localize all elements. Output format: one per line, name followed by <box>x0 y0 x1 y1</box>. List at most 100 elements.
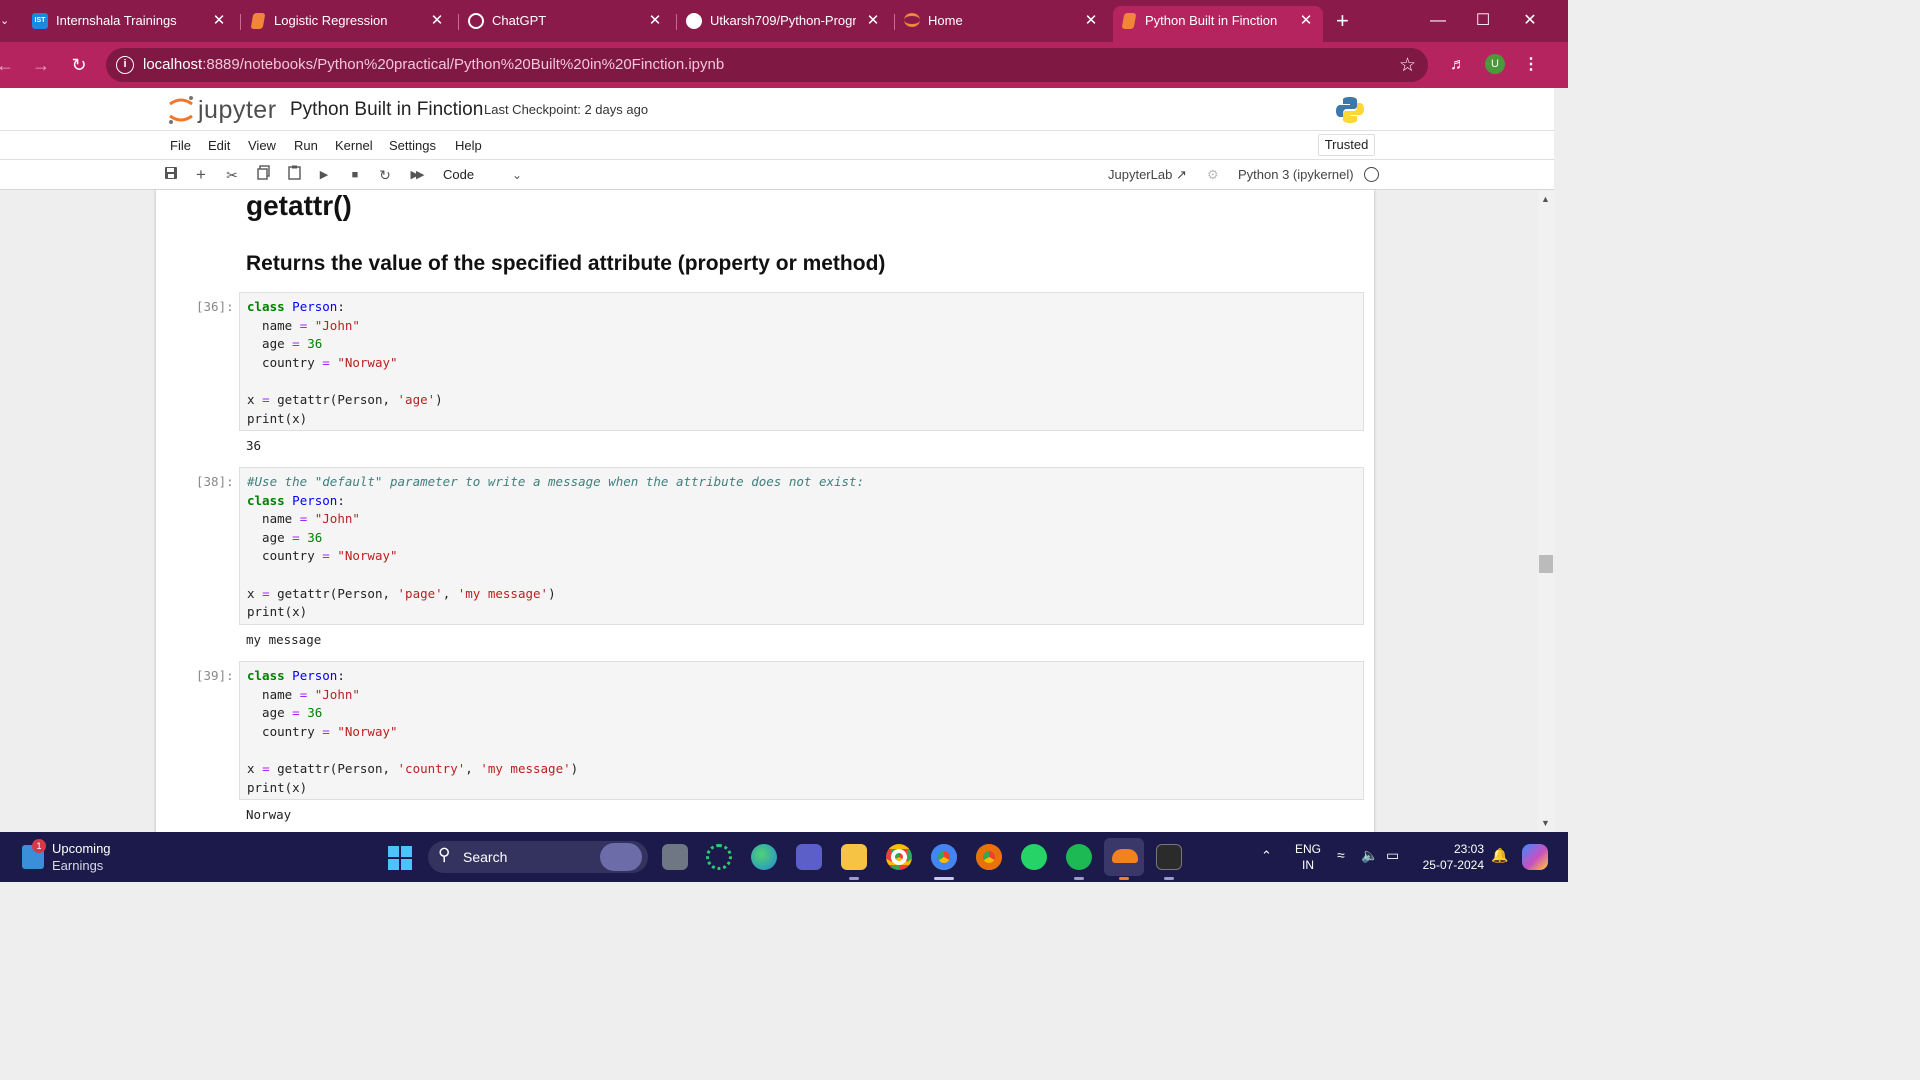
address-bar[interactable]: i localhost:8889/notebooks/Python%20prac… <box>106 48 1428 82</box>
file-explorer-icon[interactable] <box>841 844 867 870</box>
notebook-toolbar: + ✂ ▶ ■ ↻ ▶▶ Code ⌄ JupyterLab ↗ ⚙ Pytho… <box>0 160 1554 190</box>
whatsapp-icon[interactable] <box>1021 844 1047 870</box>
input-language[interactable]: ENG IN <box>1292 841 1324 873</box>
search-placeholder: Search <box>463 849 508 865</box>
close-tab-icon[interactable]: ✕ <box>1082 6 1100 36</box>
code-cell[interactable]: [39]: class Person: name = "John" age = … <box>156 661 1374 831</box>
code-editor[interactable]: class Person: name = "John" age = 36 cou… <box>239 292 1364 431</box>
restart-run-all-icon[interactable]: ▶▶ <box>406 165 426 185</box>
menu-view[interactable]: View <box>248 138 276 153</box>
cell-type-select[interactable]: Code ⌄ <box>436 165 526 185</box>
chrome-profile-icon[interactable] <box>931 844 957 870</box>
maximize-icon[interactable]: ☐ <box>1463 6 1503 36</box>
battery-icon[interactable]: ▭ <box>1386 847 1399 864</box>
tab-chatgpt[interactable]: ChatGPT ✕ <box>468 6 664 36</box>
news-widget[interactable]: 1 Upcoming Earnings <box>22 839 152 875</box>
interrupt-kernel-icon[interactable]: ■ <box>345 165 365 185</box>
restart-kernel-icon[interactable]: ↻ <box>375 165 395 185</box>
internshala-icon: IST <box>32 13 48 29</box>
tab-python-built-in-finction[interactable]: Python Built in Finction ✕ <box>1113 6 1323 42</box>
back-icon[interactable]: ← <box>0 52 18 78</box>
close-tab-icon[interactable]: ✕ <box>428 6 446 36</box>
edge-icon[interactable] <box>751 844 777 870</box>
running-indicator <box>849 877 859 880</box>
browser-menu-icon[interactable]: ⋮ <box>1518 52 1544 78</box>
scrollbar-thumb[interactable] <box>1539 555 1553 573</box>
new-tab-icon[interactable]: + <box>1336 8 1354 34</box>
cloudflare-icon <box>1112 849 1138 863</box>
kernel-name[interactable]: Python 3 (ipykernel) <box>1238 167 1354 182</box>
add-cell-icon[interactable]: + <box>191 165 211 185</box>
notebook-title[interactable]: Python Built in Finction <box>290 99 483 121</box>
code-cell[interactable]: [38]: #Use the "default" parameter to wr… <box>156 467 1374 657</box>
tab-title: Utkarsh709/Python-Progra <box>710 13 856 28</box>
terminal-icon[interactable] <box>1156 844 1182 870</box>
cut-icon[interactable]: ✂ <box>222 165 242 185</box>
close-tab-icon[interactable]: ✕ <box>864 6 882 36</box>
widget-title: Upcoming <box>52 841 111 856</box>
running-indicator <box>1164 877 1174 880</box>
jupyter-logo-icon <box>169 96 193 124</box>
chrome-icon[interactable] <box>886 844 912 870</box>
tab-internshala[interactable]: IST Internshala Trainings ✕ <box>32 6 228 36</box>
tab-home[interactable]: Home ✕ <box>904 6 1100 36</box>
close-tab-icon[interactable]: ✕ <box>1297 6 1315 36</box>
tab-divider <box>240 14 241 30</box>
menu-help[interactable]: Help <box>455 138 482 153</box>
tab-title: ChatGPT <box>492 13 547 28</box>
tab-title: Home <box>928 13 963 28</box>
close-tab-icon[interactable]: ✕ <box>646 6 664 36</box>
save-icon[interactable] <box>161 165 181 185</box>
execution-count: [38]: <box>196 474 234 489</box>
media-controls-icon[interactable]: ♬ <box>1445 52 1471 78</box>
trusted-indicator[interactable]: Trusted <box>1318 134 1375 156</box>
bookmark-star-icon[interactable]: ☆ <box>1399 54 1416 77</box>
code-editor[interactable]: #Use the "default" parameter to write a … <box>239 467 1364 625</box>
taskbar-search[interactable]: ⚲ Search <box>428 841 648 873</box>
scroll-down-icon[interactable]: ▼ <box>1541 818 1550 828</box>
close-tab-icon[interactable]: ✕ <box>210 6 228 36</box>
minimize-icon[interactable]: — <box>1418 6 1458 36</box>
code-comment: #Use the "default" parameter to write a … <box>247 474 865 489</box>
tab-search-chevron-icon[interactable]: ⌄ <box>0 10 14 32</box>
reload-icon[interactable]: ↻ <box>66 52 92 78</box>
close-window-icon[interactable]: ✕ <box>1510 6 1550 36</box>
open-jupyterlab-link[interactable]: JupyterLab ↗ <box>1108 167 1187 183</box>
copy-icon[interactable] <box>253 165 273 185</box>
code-cell[interactable]: [36]: class Person: name = "John" age = … <box>156 292 1374 462</box>
windows-start-icon[interactable] <box>388 846 412 870</box>
wifi-icon[interactable]: ≈ <box>1337 847 1345 863</box>
chrome-profile-2-icon[interactable] <box>976 844 1002 870</box>
show-hidden-icons-icon[interactable]: ⌃ <box>1261 848 1272 864</box>
tab-github[interactable]: Utkarsh709/Python-Progra ✕ <box>686 6 882 36</box>
teams-icon[interactable] <box>796 844 822 870</box>
site-info-icon[interactable]: i <box>116 56 134 74</box>
jupyter-logo-text: jupyter <box>198 96 277 124</box>
volume-icon[interactable]: 🔈 <box>1361 847 1378 864</box>
cloudflare-app-bg[interactable] <box>1104 838 1144 876</box>
system-clock[interactable]: 23:03 25-07-2024 <box>1410 841 1484 873</box>
forward-icon[interactable]: → <box>28 52 54 78</box>
paste-icon[interactable] <box>284 165 304 185</box>
menu-edit[interactable]: Edit <box>208 138 230 153</box>
menu-file[interactable]: File <box>170 138 191 153</box>
spotify-icon[interactable] <box>1066 844 1092 870</box>
notebook-page: getattr() Returns the value of the speci… <box>156 190 1374 832</box>
copilot-icon[interactable] <box>1522 844 1548 870</box>
menu-run[interactable]: Run <box>294 138 318 153</box>
tab-logistic-regression[interactable]: Logistic Regression ✕ <box>250 6 446 36</box>
clock-time: 23:03 <box>1453 842 1484 856</box>
code-editor[interactable]: class Person: name = "John" age = 36 cou… <box>239 661 1364 800</box>
notebook-scroll-area[interactable]: getattr() Returns the value of the speci… <box>0 190 1554 832</box>
notification-bell-icon[interactable]: 🔔 <box>1491 847 1508 864</box>
loading-app-icon[interactable] <box>706 844 732 870</box>
jupyter-logo[interactable]: jupyter <box>166 94 286 126</box>
avatar[interactable]: U <box>1485 54 1505 74</box>
menu-settings[interactable]: Settings <box>389 138 436 153</box>
tab-title: Internshala Trainings <box>56 13 177 28</box>
task-view-icon[interactable] <box>662 844 688 870</box>
scroll-up-icon[interactable]: ▲ <box>1541 194 1550 204</box>
menu-kernel[interactable]: Kernel <box>335 138 373 153</box>
vertical-scrollbar[interactable] <box>1538 190 1554 832</box>
run-cell-icon[interactable]: ▶ <box>314 165 334 185</box>
